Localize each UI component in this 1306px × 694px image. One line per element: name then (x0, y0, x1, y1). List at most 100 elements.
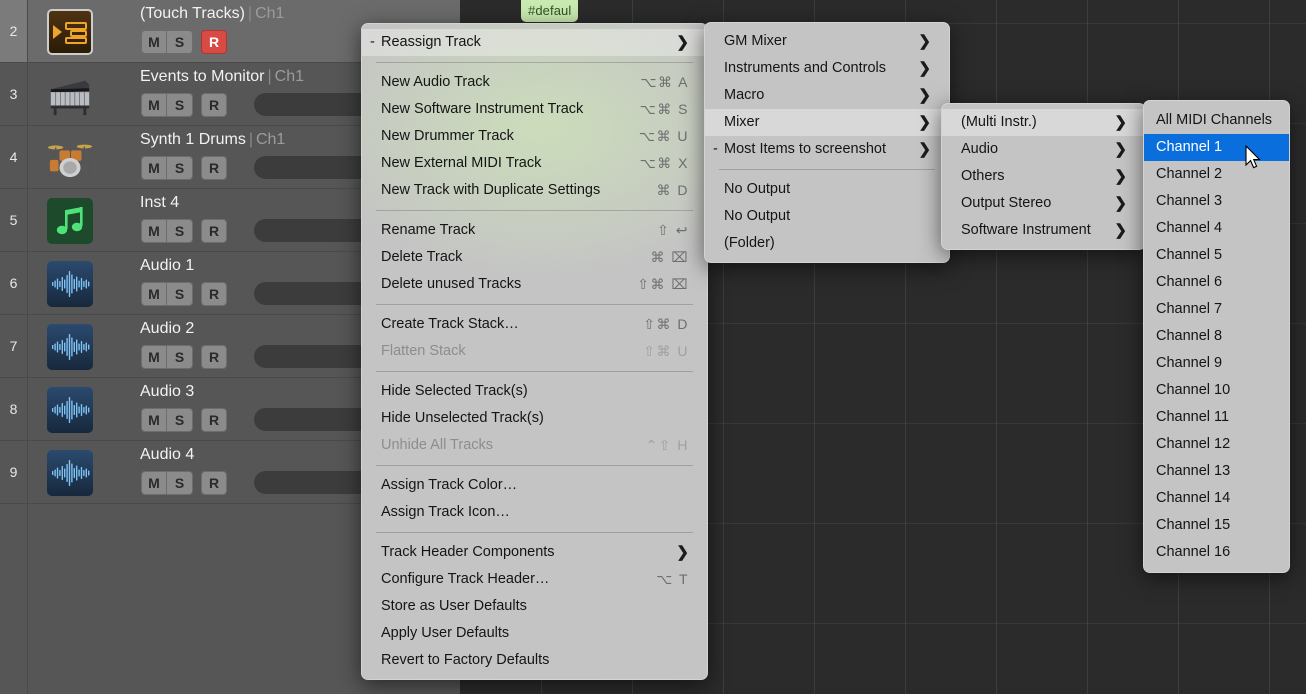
menu-item-label: Assign Track Color… (381, 477, 518, 493)
menu-item[interactable]: (Folder) (705, 230, 949, 257)
track-name-label[interactable]: (Touch Tracks) | Ch1 (140, 5, 284, 23)
music-note-icon[interactable] (47, 198, 93, 244)
record-enable-button[interactable]: R (201, 471, 227, 495)
menu-item[interactable]: New Audio Track ⌥⌘ A (362, 69, 707, 96)
menu-item[interactable]: Channel 2 (1144, 161, 1289, 188)
drums-icon[interactable] (47, 135, 93, 181)
menu-item[interactable]: Channel 3 (1144, 188, 1289, 215)
track-name-label[interactable]: Inst 4 (140, 194, 179, 212)
menu-item[interactable]: Channel 8 (1144, 323, 1289, 350)
menu-item[interactable]: Others ❯ (942, 163, 1145, 190)
menu-item[interactable]: Channel 6 (1144, 269, 1289, 296)
piano-icon[interactable] (47, 72, 93, 118)
menu-item[interactable]: Channel 4 (1144, 215, 1289, 242)
record-enable-button[interactable]: R (201, 282, 227, 306)
menu-item[interactable]: All MIDI Channels (1144, 107, 1289, 134)
midi-channel-submenu[interactable]: All MIDI Channels Channel 1 Channel 2 Chann… (1143, 100, 1290, 573)
menu-item-shortcut: ⇧ ↩ (657, 222, 689, 238)
menu-item[interactable]: Channel 14 (1144, 485, 1289, 512)
menu-item[interactable]: - Reassign Track ❯ (362, 29, 707, 56)
menu-item[interactable]: Store as User Defaults (362, 593, 707, 620)
menu-item[interactable]: Instruments and Controls ❯ (705, 55, 949, 82)
menu-item[interactable]: Create Track Stack… ⇧⌘ D (362, 311, 707, 338)
mute-button[interactable]: M (141, 345, 167, 369)
track-name-label[interactable]: Audio 4 (140, 446, 194, 464)
track-name-label[interactable]: Audio 1 (140, 257, 194, 275)
menu-item[interactable]: Delete Track ⌘ ⌧ (362, 244, 707, 271)
menu-item[interactable]: Revert to Factory Defaults (362, 647, 707, 674)
mute-button[interactable]: M (141, 282, 167, 306)
menu-item[interactable]: Channel 11 (1144, 404, 1289, 431)
menu-item[interactable]: Hide Selected Track(s) (362, 378, 707, 405)
menu-item[interactable]: Channel 9 (1144, 350, 1289, 377)
menu-item[interactable]: Assign Track Color… (362, 472, 707, 499)
solo-button[interactable]: S (167, 408, 193, 432)
record-enable-button[interactable]: R (201, 408, 227, 432)
record-enable-button[interactable]: R (201, 30, 227, 54)
menu-item[interactable]: Channel 13 (1144, 458, 1289, 485)
solo-button[interactable]: S (167, 282, 193, 306)
solo-button[interactable]: S (167, 30, 193, 54)
menu-item[interactable]: No Output (705, 176, 949, 203)
track-name-label[interactable]: Audio 3 (140, 383, 194, 401)
menu-item[interactable]: New Software Instrument Track ⌥⌘ S (362, 96, 707, 123)
menu-item[interactable]: New Drummer Track ⌥⌘ U (362, 123, 707, 150)
menu-item[interactable]: Flatten Stack ⇧⌘ U (362, 338, 707, 365)
menu-item[interactable]: No Output (705, 203, 949, 230)
menu-item[interactable]: Channel 15 (1144, 512, 1289, 539)
mute-button[interactable]: M (141, 471, 167, 495)
track-context-menu[interactable]: - Reassign Track ❯ New Audio Track ⌥⌘ A New S… (361, 23, 708, 680)
menu-item[interactable]: Rename Track ⇧ ↩ (362, 217, 707, 244)
mute-button[interactable]: M (141, 30, 167, 54)
menu-item[interactable]: Hide Unselected Track(s) (362, 405, 707, 432)
waveform-icon[interactable] (47, 450, 93, 496)
marker-tag[interactable]: #defaul (521, 0, 579, 22)
record-enable-button[interactable]: R (201, 156, 227, 180)
record-enable-button[interactable]: R (201, 93, 227, 117)
record-enable-button[interactable]: R (201, 345, 227, 369)
menu-item[interactable]: New Track with Duplicate Settings ⌘ D (362, 177, 707, 204)
menu-item[interactable]: GM Mixer ❯ (705, 28, 949, 55)
menu-item[interactable]: Apply User Defaults (362, 620, 707, 647)
waveform-icon[interactable] (47, 261, 93, 307)
menu-item[interactable]: Macro ❯ (705, 82, 949, 109)
solo-button[interactable]: S (167, 471, 193, 495)
menu-item[interactable]: Channel 1 (1144, 134, 1289, 161)
menu-item[interactable]: Mixer ❯ (705, 109, 949, 136)
menu-item[interactable]: Track Header Components ❯ (362, 539, 707, 566)
mute-button[interactable]: M (141, 93, 167, 117)
track-name-label[interactable]: Events to Monitor | Ch1 (140, 68, 304, 86)
waveform-icon[interactable] (47, 324, 93, 370)
waveform-icon[interactable] (47, 387, 93, 433)
track-name-label[interactable]: Synth 1 Drums | Ch1 (140, 131, 285, 149)
menu-item[interactable]: Channel 16 (1144, 539, 1289, 566)
menu-item[interactable]: Channel 7 (1144, 296, 1289, 323)
menu-item[interactable]: Channel 5 (1144, 242, 1289, 269)
menu-item[interactable]: Delete unused Tracks ⇧⌘ ⌧ (362, 271, 707, 298)
menu-item[interactable]: Software Instrument ❯ (942, 217, 1145, 244)
reassign-track-submenu[interactable]: GM Mixer ❯ Instruments and Controls ❯ Macro ❯… (704, 22, 950, 263)
mute-button[interactable]: M (141, 156, 167, 180)
menu-item[interactable]: Channel 10 (1144, 377, 1289, 404)
touch-tracks-icon[interactable] (47, 9, 93, 55)
solo-button[interactable]: S (167, 156, 193, 180)
mixer-submenu[interactable]: (Multi Instr.) ❯ Audio ❯ Others ❯ Output Stere… (941, 103, 1146, 250)
menu-separator (376, 532, 693, 533)
menu-item[interactable]: - Most Items to screenshot ❯ (705, 136, 949, 163)
solo-button[interactable]: S (167, 219, 193, 243)
menu-item[interactable]: Configure Track Header… ⌥ T (362, 566, 707, 593)
menu-item[interactable]: Unhide All Tracks ⌃⇧ H (362, 432, 707, 459)
track-name-label[interactable]: Audio 2 (140, 320, 194, 338)
record-enable-button[interactable]: R (201, 219, 227, 243)
solo-button[interactable]: S (167, 93, 193, 117)
mute-button[interactable]: M (141, 219, 167, 243)
menu-item[interactable]: Assign Track Icon… (362, 499, 707, 526)
menu-item[interactable]: (Multi Instr.) ❯ (942, 109, 1145, 136)
menu-item[interactable]: Audio ❯ (942, 136, 1145, 163)
menu-item[interactable]: New External MIDI Track ⌥⌘ X (362, 150, 707, 177)
menu-item[interactable]: Output Stereo ❯ (942, 190, 1145, 217)
mute-button[interactable]: M (141, 408, 167, 432)
menu-item[interactable]: Channel 12 (1144, 431, 1289, 458)
track-title: Audio 1 (140, 257, 195, 274)
solo-button[interactable]: S (167, 345, 193, 369)
